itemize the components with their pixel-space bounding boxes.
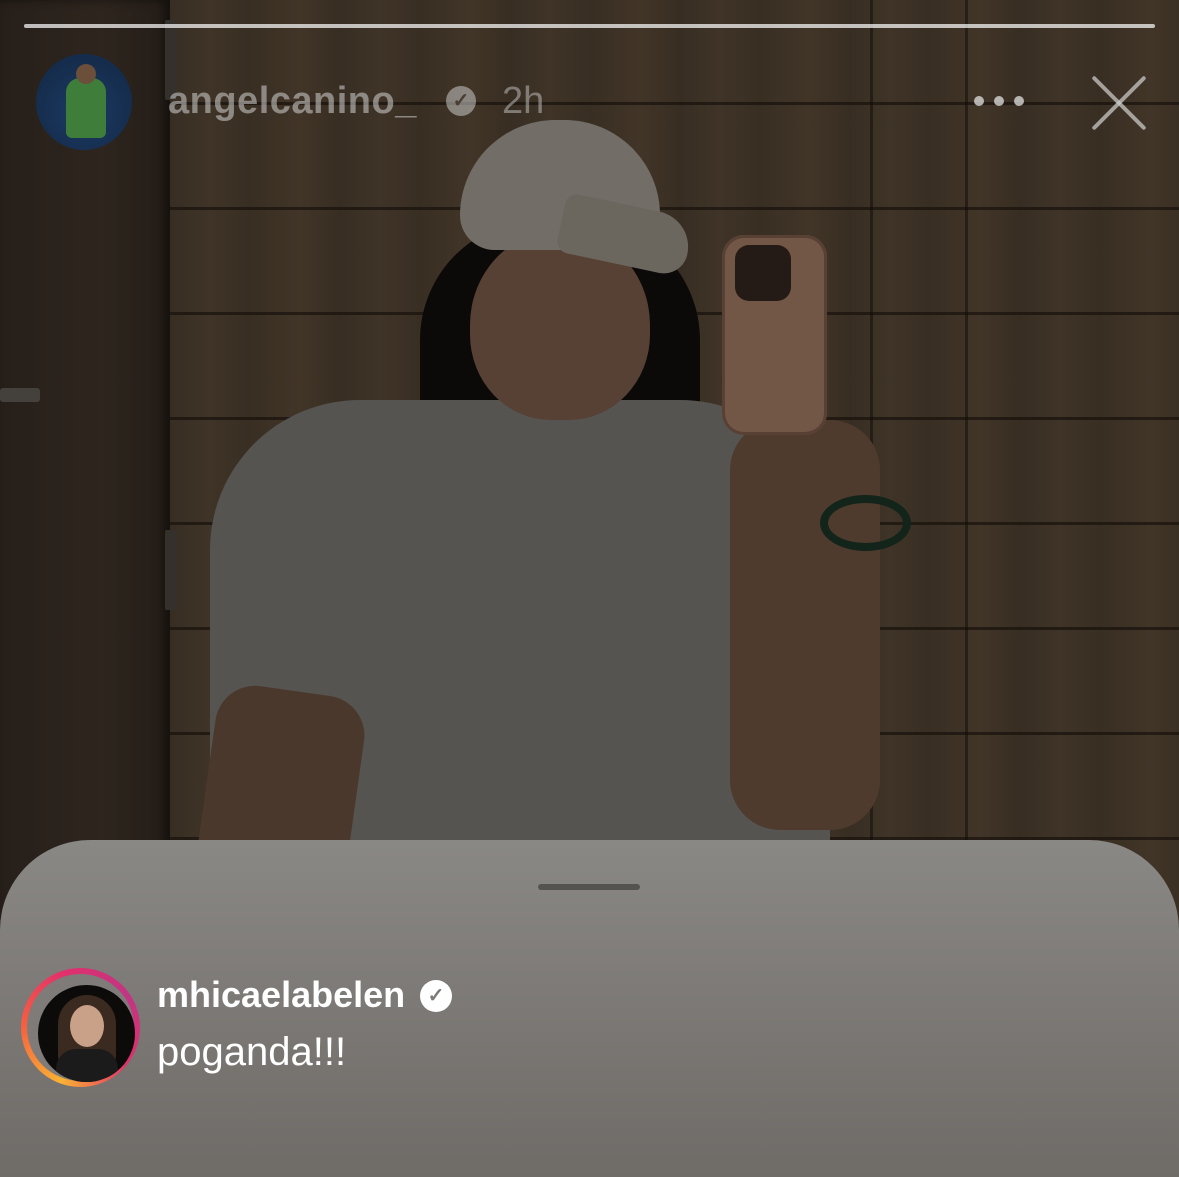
verified-badge-icon: ✓ — [420, 980, 452, 1012]
commenter-photo — [38, 985, 135, 1082]
close-icon[interactable] — [1088, 72, 1150, 134]
author-username[interactable]: angelcanino_ — [168, 80, 417, 123]
avatar-figure — [66, 78, 106, 138]
comment-text: poganda!!! — [157, 1030, 347, 1074]
commenter-username[interactable]: mhicaelabelen — [157, 974, 405, 1016]
author-avatar[interactable] — [36, 54, 132, 150]
avatar-head — [76, 64, 96, 84]
story-progress-bar — [24, 24, 1155, 28]
reply-bottom-sheet: mhicaelabelen ✓ poganda!!! — [0, 840, 1179, 1177]
commenter-avatar[interactable] — [21, 968, 140, 1087]
more-horizontal-icon[interactable] — [974, 96, 1024, 108]
verified-badge-icon: ✓ — [446, 86, 476, 116]
sheet-drag-handle[interactable] — [538, 884, 640, 890]
story-timestamp: 2h — [502, 80, 545, 122]
story-progress-fill — [24, 24, 1155, 28]
